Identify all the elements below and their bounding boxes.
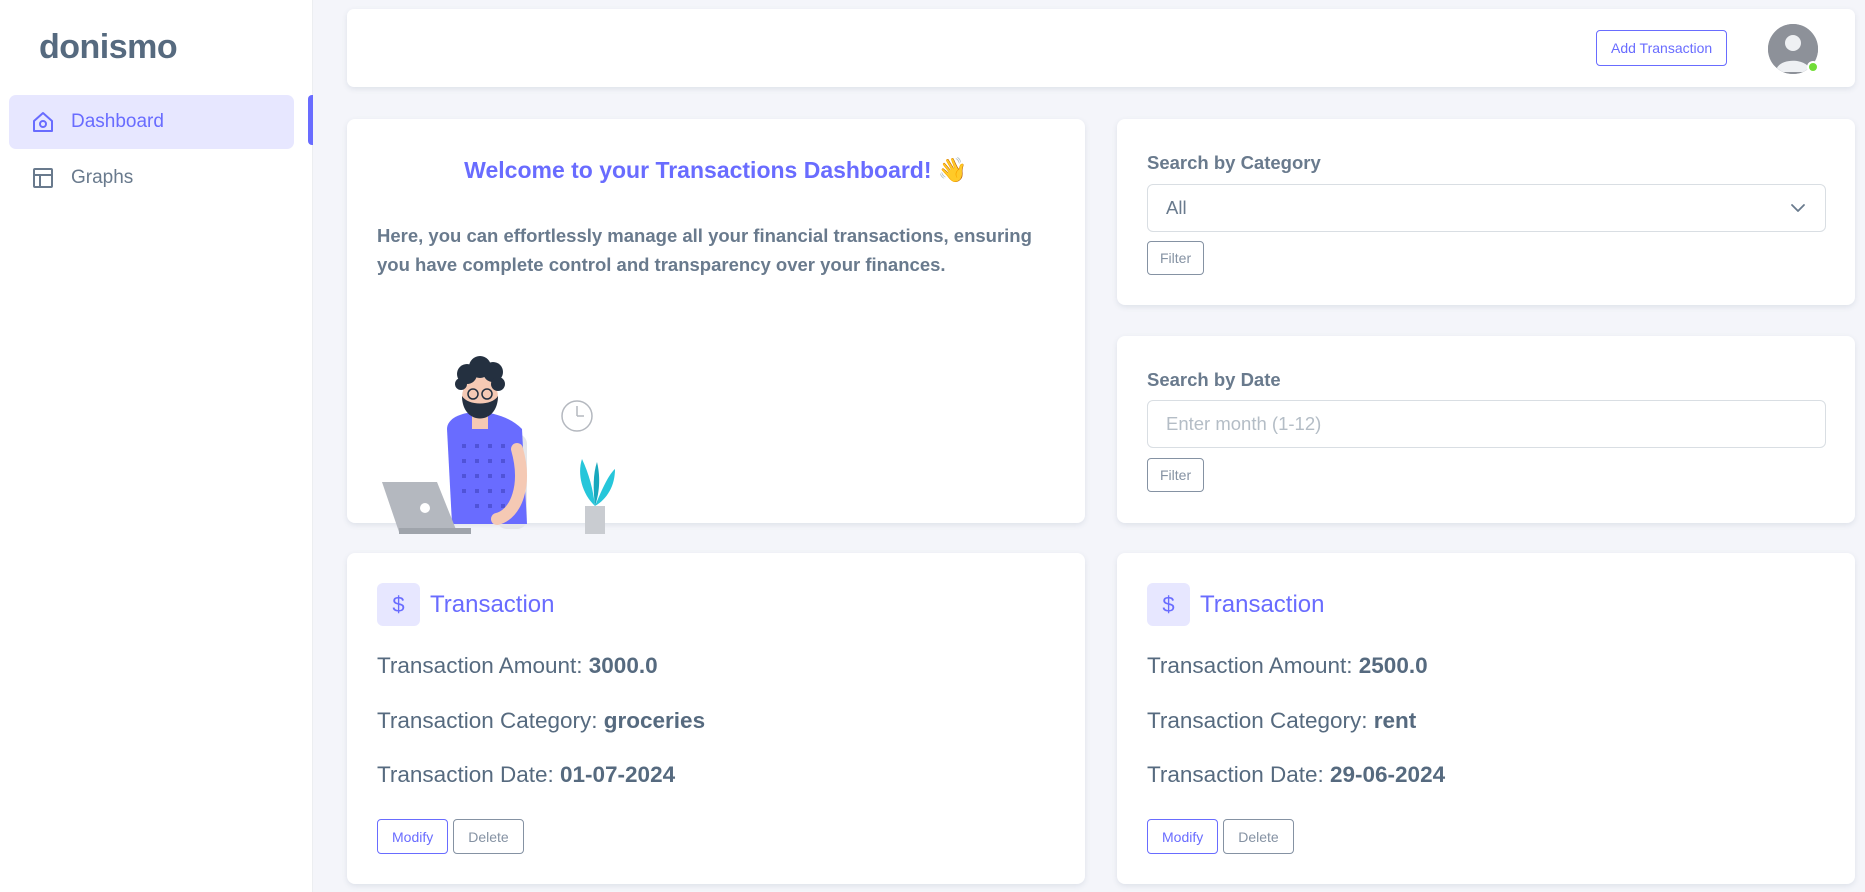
transaction-date: Transaction Date: 29-06-2024 [1147,762,1445,788]
add-transaction-button[interactable]: Add Transaction [1596,30,1728,66]
welcome-title: Welcome to your Transactions Dashboard! … [347,156,1085,185]
search-category-card: Search by Category All Filter [1117,119,1855,305]
sidebar-item-dashboard[interactable]: Dashboard [9,95,294,149]
dollar-icon: $ [377,583,420,626]
category-select[interactable]: All [1147,184,1826,232]
date-label: Transaction Date: [1147,762,1330,787]
category-value: rent [1373,708,1417,733]
brand-logo[interactable]: donismo [39,28,178,67]
modify-button[interactable]: Modify [1147,819,1219,854]
transaction-actions: Modify Delete [377,819,524,854]
welcome-text: Here, you can effortlessly manage all yo… [377,225,1032,275]
delete-button[interactable]: Delete [1223,819,1294,854]
transaction-title: Transaction [1200,590,1325,618]
category-label: Transaction Category: [377,708,604,733]
category-label: Transaction Category: [1147,708,1374,733]
transaction-amount: Transaction Amount: 2500.0 [1147,653,1428,679]
transaction-date: Transaction Date: 01-07-2024 [377,762,675,788]
transaction-amount: Transaction Amount: 3000.0 [377,653,658,679]
search-date-label: Search by Date [1147,369,1281,390]
welcome-title-text: Welcome to your Transactions Dashboard! [464,157,932,183]
layout-icon [31,166,55,190]
chevron-down-icon [1791,204,1805,212]
search-date-card: Search by Date Filter [1117,336,1855,523]
filter-date-button[interactable]: Filter [1147,458,1205,492]
transaction-header: $ Transaction [1147,583,1325,626]
dollar-icon: $ [1147,583,1190,626]
filter-category-button[interactable]: Filter [1147,241,1205,275]
sidebar-item-label: Graphs [71,167,134,188]
amount-label: Transaction Amount: [377,653,589,678]
date-value: 01-07-2024 [560,762,676,787]
online-status-dot [1807,61,1819,73]
welcome-card: Welcome to your Transactions Dashboard! … [347,119,1085,534]
active-indicator [308,95,313,145]
category-value: groceries [603,708,706,733]
transaction-category: Transaction Category: rent [1147,708,1416,734]
category-select-value: All [1166,197,1187,218]
sidebar-item-graphs[interactable]: Graphs [9,151,294,205]
sidebar-item-label: Dashboard [71,111,164,132]
transaction-card: $ Transaction Transaction Amount: 2500.0… [1117,553,1855,884]
transaction-category: Transaction Category: groceries [377,708,705,734]
waving-hand-icon: 👋 [937,157,968,184]
transaction-header: $ Transaction [377,583,555,626]
transaction-actions: Modify Delete [1147,819,1294,854]
amount-label: Transaction Amount: [1147,653,1359,678]
amount-value: 2500.0 [1358,653,1428,678]
date-value: 29-06-2024 [1330,762,1446,787]
amount-value: 3000.0 [588,653,658,678]
date-label: Transaction Date: [377,762,560,787]
home-icon [31,110,55,134]
transaction-card: $ Transaction Transaction Amount: 3000.0… [347,553,1085,884]
sidebar: donismo Dashboard Graphs [0,0,313,892]
month-input[interactable] [1147,400,1826,448]
delete-button[interactable]: Delete [453,819,524,854]
search-category-label: Search by Category [1147,152,1321,173]
modify-button[interactable]: Modify [377,819,449,854]
top-navbar: Add Transaction [347,9,1855,87]
transaction-title: Transaction [430,590,555,618]
